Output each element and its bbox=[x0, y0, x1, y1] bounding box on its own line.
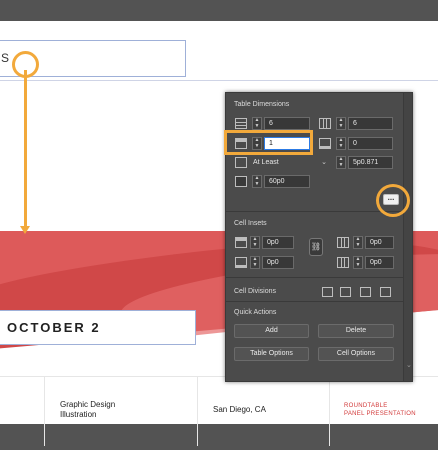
workspace: S OCTOBER 2 Graphic Design Illustration … bbox=[0, 0, 438, 450]
table-cell-location: San Diego, CA bbox=[213, 405, 266, 414]
scroll-down-icon[interactable]: ⌄ bbox=[406, 361, 412, 369]
top-inset-icon bbox=[235, 237, 247, 248]
date-heading-frame[interactable]: OCTOBER 2 bbox=[0, 310, 196, 345]
row-height-stepper[interactable]: ▲ ▼ bbox=[336, 156, 346, 169]
row-height-icon bbox=[235, 157, 247, 168]
split-vertical-icon[interactable] bbox=[340, 287, 351, 297]
cell-options-button[interactable]: Cell Options bbox=[318, 347, 394, 361]
table-cell-topic: Graphic Design Illustration bbox=[60, 400, 116, 419]
max-height-icon bbox=[235, 176, 247, 187]
footer-rows-field[interactable]: 0 bbox=[348, 137, 393, 150]
table-options-button[interactable]: Table Options bbox=[234, 347, 309, 361]
bottom-inset-icon bbox=[235, 257, 247, 268]
column-divider bbox=[44, 377, 45, 446]
table-cell-event-type: ROUNDTABLE PANEL PRESENTATION bbox=[344, 403, 416, 417]
merge-cells-icon[interactable] bbox=[360, 287, 371, 297]
cell-insets-heading: Cell Insets bbox=[234, 220, 267, 227]
chevron-down-icon: ⌄ bbox=[321, 159, 327, 166]
top-inset-field[interactable]: 0p0 bbox=[262, 236, 294, 249]
right-inset-field[interactable]: 0p0 bbox=[365, 256, 394, 269]
top-inset-stepper[interactable]: ▲ ▼ bbox=[250, 236, 260, 249]
left-inset-stepper[interactable]: ▲ ▼ bbox=[353, 236, 363, 249]
row-height-field[interactable]: 5p0.871 bbox=[348, 156, 393, 169]
section-divider bbox=[226, 277, 404, 278]
footer-rows-icon bbox=[319, 138, 331, 149]
panel-scrollbar[interactable]: ⌄ bbox=[403, 93, 412, 381]
ellipsis-icon[interactable]: ... bbox=[383, 194, 399, 205]
table-row[interactable]: Graphic Design Illustration San Diego, C… bbox=[0, 376, 438, 446]
columns-field[interactable]: 6 bbox=[348, 117, 393, 130]
bottom-inset-stepper[interactable]: ▲ ▼ bbox=[250, 256, 260, 269]
right-inset-stepper[interactable]: ▲ ▼ bbox=[353, 256, 363, 269]
column-divider bbox=[197, 377, 198, 446]
columns-stepper[interactable]: ▲ ▼ bbox=[336, 117, 346, 130]
quick-actions-heading: Quick Actions bbox=[234, 309, 277, 316]
split-horizontal-icon[interactable] bbox=[322, 287, 333, 297]
unmerge-cells-icon[interactable] bbox=[380, 287, 391, 297]
columns-icon bbox=[319, 118, 331, 129]
date-heading: OCTOBER 2 bbox=[7, 320, 101, 335]
left-inset-field[interactable]: 0p0 bbox=[365, 236, 394, 249]
body-rows-stepper[interactable]: ▲ ▼ bbox=[252, 117, 262, 130]
right-inset-icon bbox=[337, 257, 349, 268]
column-divider bbox=[329, 377, 330, 446]
max-height-field[interactable]: 60p0 bbox=[264, 175, 310, 188]
table-dimensions-heading: Table Dimensions bbox=[234, 101, 290, 108]
page-divider bbox=[0, 80, 438, 81]
callout-arrowhead bbox=[20, 226, 30, 234]
delete-button[interactable]: Delete bbox=[318, 324, 394, 338]
cell-divisions-heading: Cell Divisions bbox=[234, 288, 277, 295]
header-rows-highlight bbox=[224, 130, 313, 155]
add-button[interactable]: Add bbox=[234, 324, 309, 338]
link-insets-icon[interactable]: ⛓ bbox=[309, 238, 323, 256]
max-height-stepper[interactable]: ▲ ▼ bbox=[252, 175, 262, 188]
section-divider bbox=[226, 301, 404, 302]
body-rows-icon bbox=[235, 118, 247, 129]
callout-line bbox=[24, 70, 27, 228]
left-inset-icon bbox=[337, 237, 349, 248]
title-text: S bbox=[1, 51, 11, 65]
bottom-inset-field[interactable]: 0p0 bbox=[262, 256, 294, 269]
row-height-mode-value: At Least bbox=[253, 159, 279, 166]
body-rows-field[interactable]: 6 bbox=[264, 117, 310, 130]
footer-rows-stepper[interactable]: ▲ ▼ bbox=[336, 137, 346, 150]
row-height-mode-dropdown[interactable]: At Least ⌄ bbox=[253, 156, 327, 169]
section-divider bbox=[226, 211, 404, 212]
